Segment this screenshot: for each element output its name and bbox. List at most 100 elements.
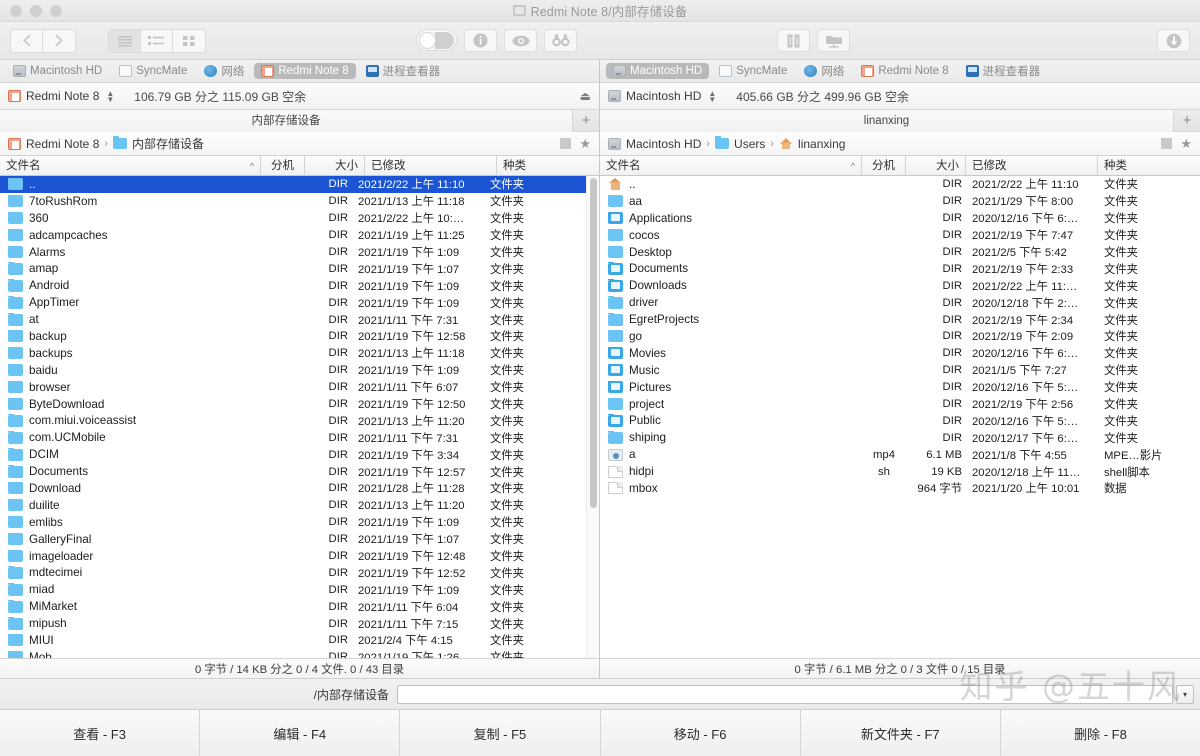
right-file-row[interactable]: Movies DIR 2020/12/16 下午 6:… 文件夹 [600, 345, 1200, 362]
right-drive-tab-1[interactable]: SyncMate [712, 63, 794, 79]
right-file-row[interactable]: Downloads DIR 2021/2/22 上午 11:… 文件夹 [600, 277, 1200, 294]
forward-button[interactable] [43, 29, 75, 52]
left-scrollbar-thumb[interactable] [590, 178, 597, 508]
left-file-row[interactable]: browser DIR 2021/1/11 下午 6:07 文件夹 [0, 379, 586, 396]
panel-toggle-icon[interactable] [1161, 138, 1173, 149]
right-breadcrumb-item-0[interactable]: Macintosh HD [608, 137, 701, 151]
back-button[interactable] [11, 29, 43, 52]
left-add-tab-button[interactable]: + [573, 111, 599, 131]
info-icon[interactable] [464, 29, 497, 52]
fkey-delete-f8[interactable]: 删除 - F8 [1001, 710, 1200, 756]
right-file-row[interactable]: shiping DIR 2020/12/17 下午 6:… 文件夹 [600, 429, 1200, 446]
left-file-row[interactable]: adcampcaches DIR 2021/1/19 上午 11:25 文件夹 [0, 227, 586, 244]
eject-icon[interactable]: ⏏ [580, 89, 591, 103]
right-col-name[interactable]: 文件名 ^ [600, 155, 862, 176]
left-tab-0[interactable]: 内部存储设备 [0, 109, 573, 132]
left-file-row[interactable]: DCIM DIR 2021/1/19 下午 3:34 文件夹 [0, 446, 586, 463]
left-file-list[interactable]: .. DIR 2021/2/22 上午 11:10 文件夹 7toRushRom DIR 2… [0, 176, 586, 658]
right-file-row[interactable]: mbox 964 字节 2021/1/20 上午 10:01 数据 [600, 480, 1200, 497]
download-icon[interactable] [1157, 29, 1190, 52]
right-file-row[interactable]: project DIR 2021/2/19 下午 2:56 文件夹 [600, 396, 1200, 413]
toggle-switch[interactable] [416, 29, 457, 51]
left-file-row[interactable]: baidu DIR 2021/1/19 下午 1:09 文件夹 [0, 362, 586, 379]
right-column-header[interactable]: 文件名 ^ 分机 大小 已修改 种类 [600, 155, 1200, 176]
left-file-row[interactable]: mipush DIR 2021/1/11 下午 7:15 文件夹 [0, 615, 586, 632]
panel-toggle-icon[interactable] [560, 138, 572, 149]
right-file-row[interactable]: Public DIR 2020/12/16 下午 5:… 文件夹 [600, 412, 1200, 429]
left-file-row[interactable]: miad DIR 2021/1/19 下午 1:09 文件夹 [0, 581, 586, 598]
left-breadcrumb-item-1[interactable]: 内部存储设备 [113, 135, 204, 152]
right-tab-0[interactable]: linanxing [600, 109, 1174, 132]
favorite-star-icon[interactable]: ★ [1180, 136, 1192, 152]
left-drive-tab-1[interactable]: SyncMate [112, 63, 194, 79]
left-file-row[interactable]: emlibs DIR 2021/1/19 下午 1:09 文件夹 [0, 514, 586, 531]
fkey-move-f6[interactable]: 移动 - F6 [601, 710, 801, 756]
left-file-row[interactable]: backup DIR 2021/1/19 下午 12:58 文件夹 [0, 328, 586, 345]
left-drive-tabs[interactable]: Macintosh HD SyncMate 网络 Redmi Note 8 进程… [0, 60, 599, 83]
fkey-view-f3[interactable]: 查看 - F3 [0, 710, 201, 756]
left-file-row[interactable]: 7toRushRom DIR 2021/1/13 上午 11:18 文件夹 [0, 193, 586, 210]
left-column-header[interactable]: 文件名 ^ 分机 大小 已修改 种类 [0, 155, 599, 176]
right-drive-tab-4[interactable]: 进程查看器 [959, 61, 1048, 81]
left-file-row[interactable]: MiMarket DIR 2021/1/11 下午 6:04 文件夹 [0, 598, 586, 615]
left-file-row[interactable]: ByteDownload DIR 2021/1/19 下午 12:50 文件夹 [0, 396, 586, 413]
left-file-row[interactable]: .. DIR 2021/2/22 上午 11:10 文件夹 [0, 176, 586, 193]
right-file-row[interactable]: driver DIR 2020/12/18 下午 2:… 文件夹 [600, 294, 1200, 311]
left-file-row[interactable]: 360 DIR 2021/2/22 上午 10:… 文件夹 [0, 210, 586, 227]
fkey-copy-f5[interactable]: 复制 - F5 [400, 710, 601, 756]
right-drive-tab-2[interactable]: 网络 [797, 61, 851, 81]
right-file-list[interactable]: .. DIR 2021/2/22 上午 11:10 文件夹 aa DIR 2021/1/29… [600, 176, 1200, 658]
right-col-modified[interactable]: 已修改 [966, 155, 1098, 176]
left-drive-selector[interactable]: Redmi Note 8 ▲ ▼ [8, 89, 114, 103]
left-drive-tab-4[interactable]: 进程查看器 [359, 61, 448, 81]
left-file-row[interactable]: mdtecimei DIR 2021/1/19 下午 12:52 文件夹 [0, 564, 586, 581]
right-file-row[interactable]: Applications DIR 2020/12/16 下午 6:… 文件夹 [600, 210, 1200, 227]
detail-view-icon[interactable] [141, 29, 173, 52]
right-add-tab-button[interactable]: + [1174, 111, 1200, 131]
left-col-size[interactable]: 大小 [305, 155, 365, 176]
left-file-row[interactable]: Download DIR 2021/1/28 上午 11:28 文件夹 [0, 480, 586, 497]
command-input[interactable] [397, 684, 1173, 704]
right-drive-tab-3[interactable]: Redmi Note 8 [854, 63, 955, 79]
left-file-row[interactable]: Alarms DIR 2021/1/19 下午 1:09 文件夹 [0, 244, 586, 261]
left-file-row[interactable]: imageloader DIR 2021/1/19 下午 12:48 文件夹 [0, 548, 586, 565]
right-breadcrumb-item-2[interactable]: linanxing [779, 137, 845, 151]
right-breadcrumb-item-1[interactable]: Users [715, 136, 765, 151]
left-file-row[interactable]: AppTimer DIR 2021/1/19 下午 1:09 文件夹 [0, 294, 586, 311]
right-file-row[interactable]: Desktop DIR 2021/2/5 下午 5:42 文件夹 [600, 244, 1200, 261]
right-file-row[interactable]: aa DIR 2021/1/29 下午 8:00 文件夹 [600, 193, 1200, 210]
left-file-row[interactable]: Mob DIR 2021/1/19 下午 1:26文件夹 [0, 649, 586, 658]
left-drive-tab-2[interactable]: 网络 [197, 61, 251, 81]
nav-buttons[interactable] [10, 28, 76, 53]
left-scrollbar[interactable] [586, 176, 599, 658]
left-file-row[interactable]: at DIR 2021/1/11 下午 7:31 文件夹 [0, 311, 586, 328]
left-breadcrumb-item-0[interactable]: Redmi Note 8 [8, 137, 99, 151]
network-folder-icon[interactable] [817, 29, 850, 52]
right-file-row[interactable]: go DIR 2021/2/19 下午 2:09 文件夹 [600, 328, 1200, 345]
right-col-size[interactable]: 大小 [906, 155, 966, 176]
left-file-row[interactable]: amap DIR 2021/1/19 下午 1:07 文件夹 [0, 260, 586, 277]
left-file-row[interactable]: Android DIR 2021/1/19 下午 1:09 文件夹 [0, 277, 586, 294]
left-file-row[interactable]: Documents DIR 2021/1/19 下午 12:57 文件夹 [0, 463, 586, 480]
left-file-row[interactable]: GalleryFinal DIR 2021/1/19 下午 1:07 文件夹 [0, 531, 586, 548]
binoculars-icon[interactable] [544, 29, 577, 52]
right-file-row[interactable]: Music DIR 2021/1/5 下午 7:27 文件夹 [600, 362, 1200, 379]
favorite-star-icon[interactable]: ★ [579, 136, 591, 152]
right-file-row[interactable]: hidpi sh 19 KB 2020/12/18 上午 11… shell脚本 [600, 463, 1200, 480]
grid-view-icon[interactable] [173, 29, 205, 52]
eye-icon[interactable] [504, 29, 537, 52]
right-file-row[interactable]: cocos DIR 2021/2/19 下午 7:47 文件夹 [600, 227, 1200, 244]
chevron-updown-icon[interactable]: ▲ ▼ [708, 89, 716, 103]
right-file-row[interactable]: EgretProjects DIR 2021/2/19 下午 2:34 文件夹 [600, 311, 1200, 328]
left-drive-tab-3[interactable]: Redmi Note 8 [254, 63, 356, 79]
right-file-row[interactable]: Pictures DIR 2020/12/16 下午 5:… 文件夹 [600, 379, 1200, 396]
right-drive-tab-0[interactable]: Macintosh HD [606, 63, 710, 79]
left-file-row[interactable]: backups DIR 2021/1/13 上午 11:18 文件夹 [0, 345, 586, 362]
chevron-updown-icon[interactable]: ▲ ▼ [106, 89, 114, 103]
right-drive-tabs[interactable]: Macintosh HD SyncMate 网络 Redmi Note 8 进程… [600, 60, 1200, 83]
right-file-row[interactable]: Documents DIR 2021/2/19 下午 2:33 文件夹 [600, 260, 1200, 277]
right-file-row[interactable]: a mp4 6.1 MB 2021/1/8 下午 4:55 MPE…影片 [600, 446, 1200, 463]
chevron-down-icon[interactable]: ▾ [1176, 684, 1194, 704]
left-drive-tab-0[interactable]: Macintosh HD [6, 63, 109, 79]
left-col-name[interactable]: 文件名 ^ [0, 155, 261, 176]
